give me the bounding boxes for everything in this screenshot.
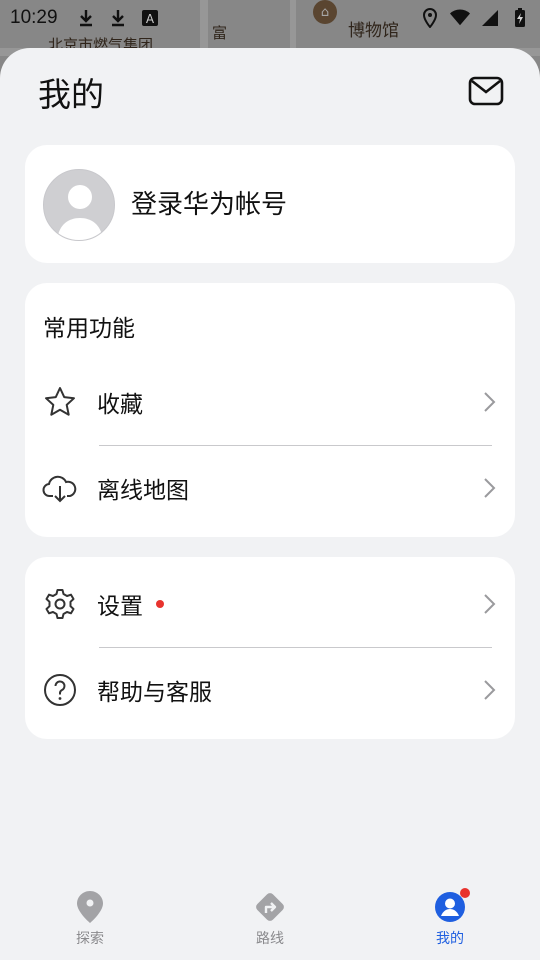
chevron-right-icon <box>481 476 497 500</box>
mail-icon[interactable] <box>468 76 504 106</box>
login-card[interactable]: 登录华为帐号 <box>25 145 515 263</box>
help-row[interactable]: 帮助与客服 <box>25 647 515 733</box>
common-features-card: 常用功能 收藏 离线地图 <box>25 283 515 537</box>
section-title: 常用功能 <box>43 316 135 342</box>
status-time: 10:29 <box>10 7 58 28</box>
location-icon <box>420 8 440 28</box>
chevron-right-icon <box>481 390 497 414</box>
nav-route[interactable]: 路线 <box>180 878 360 960</box>
profile-icon <box>433 888 470 924</box>
nav-explore-label: 探索 <box>76 931 104 947</box>
offline-map-row[interactable]: 离线地图 <box>25 445 515 531</box>
settings-badge <box>156 600 164 608</box>
nav-me[interactable]: 我的 <box>360 878 540 960</box>
bottom-nav: 探索 路线 我的 <box>0 878 540 960</box>
nav-me-badge <box>460 888 470 898</box>
status-bar: 10:29 A <box>0 0 540 36</box>
location-pin-icon <box>73 890 107 924</box>
my-page-sheet: 我的 登录华为帐号 常用功能 收藏 离线地图 设置 帮助与客服 <box>0 48 540 878</box>
page-title: 我的 <box>38 75 104 114</box>
download-icon <box>108 8 128 28</box>
gear-icon <box>42 586 78 622</box>
battery-icon <box>510 8 530 28</box>
nav-route-label: 路线 <box>256 931 284 947</box>
chevron-right-icon <box>481 592 497 616</box>
chevron-right-icon <box>481 678 497 702</box>
download-icon <box>76 8 96 28</box>
avatar <box>43 169 115 241</box>
help-label: 帮助与客服 <box>97 680 212 706</box>
star-icon <box>42 384 78 420</box>
settings-label: 设置 <box>97 594 143 620</box>
favorites-label: 收藏 <box>97 392 143 418</box>
help-icon <box>42 672 78 708</box>
text-notification-icon: A <box>140 8 160 28</box>
route-icon <box>253 890 287 924</box>
offline-map-label: 离线地图 <box>97 478 189 504</box>
nav-explore[interactable]: 探索 <box>0 878 180 960</box>
settings-card: 设置 帮助与客服 <box>25 557 515 739</box>
cloud-download-icon <box>42 470 78 506</box>
nav-me-label: 我的 <box>436 931 464 947</box>
wifi-icon <box>450 8 470 28</box>
login-label: 登录华为帐号 <box>131 190 288 220</box>
signal-icon <box>480 8 500 28</box>
settings-row[interactable]: 设置 <box>25 561 515 647</box>
svg-text:A: A <box>145 12 154 26</box>
favorites-row[interactable]: 收藏 <box>25 359 515 445</box>
